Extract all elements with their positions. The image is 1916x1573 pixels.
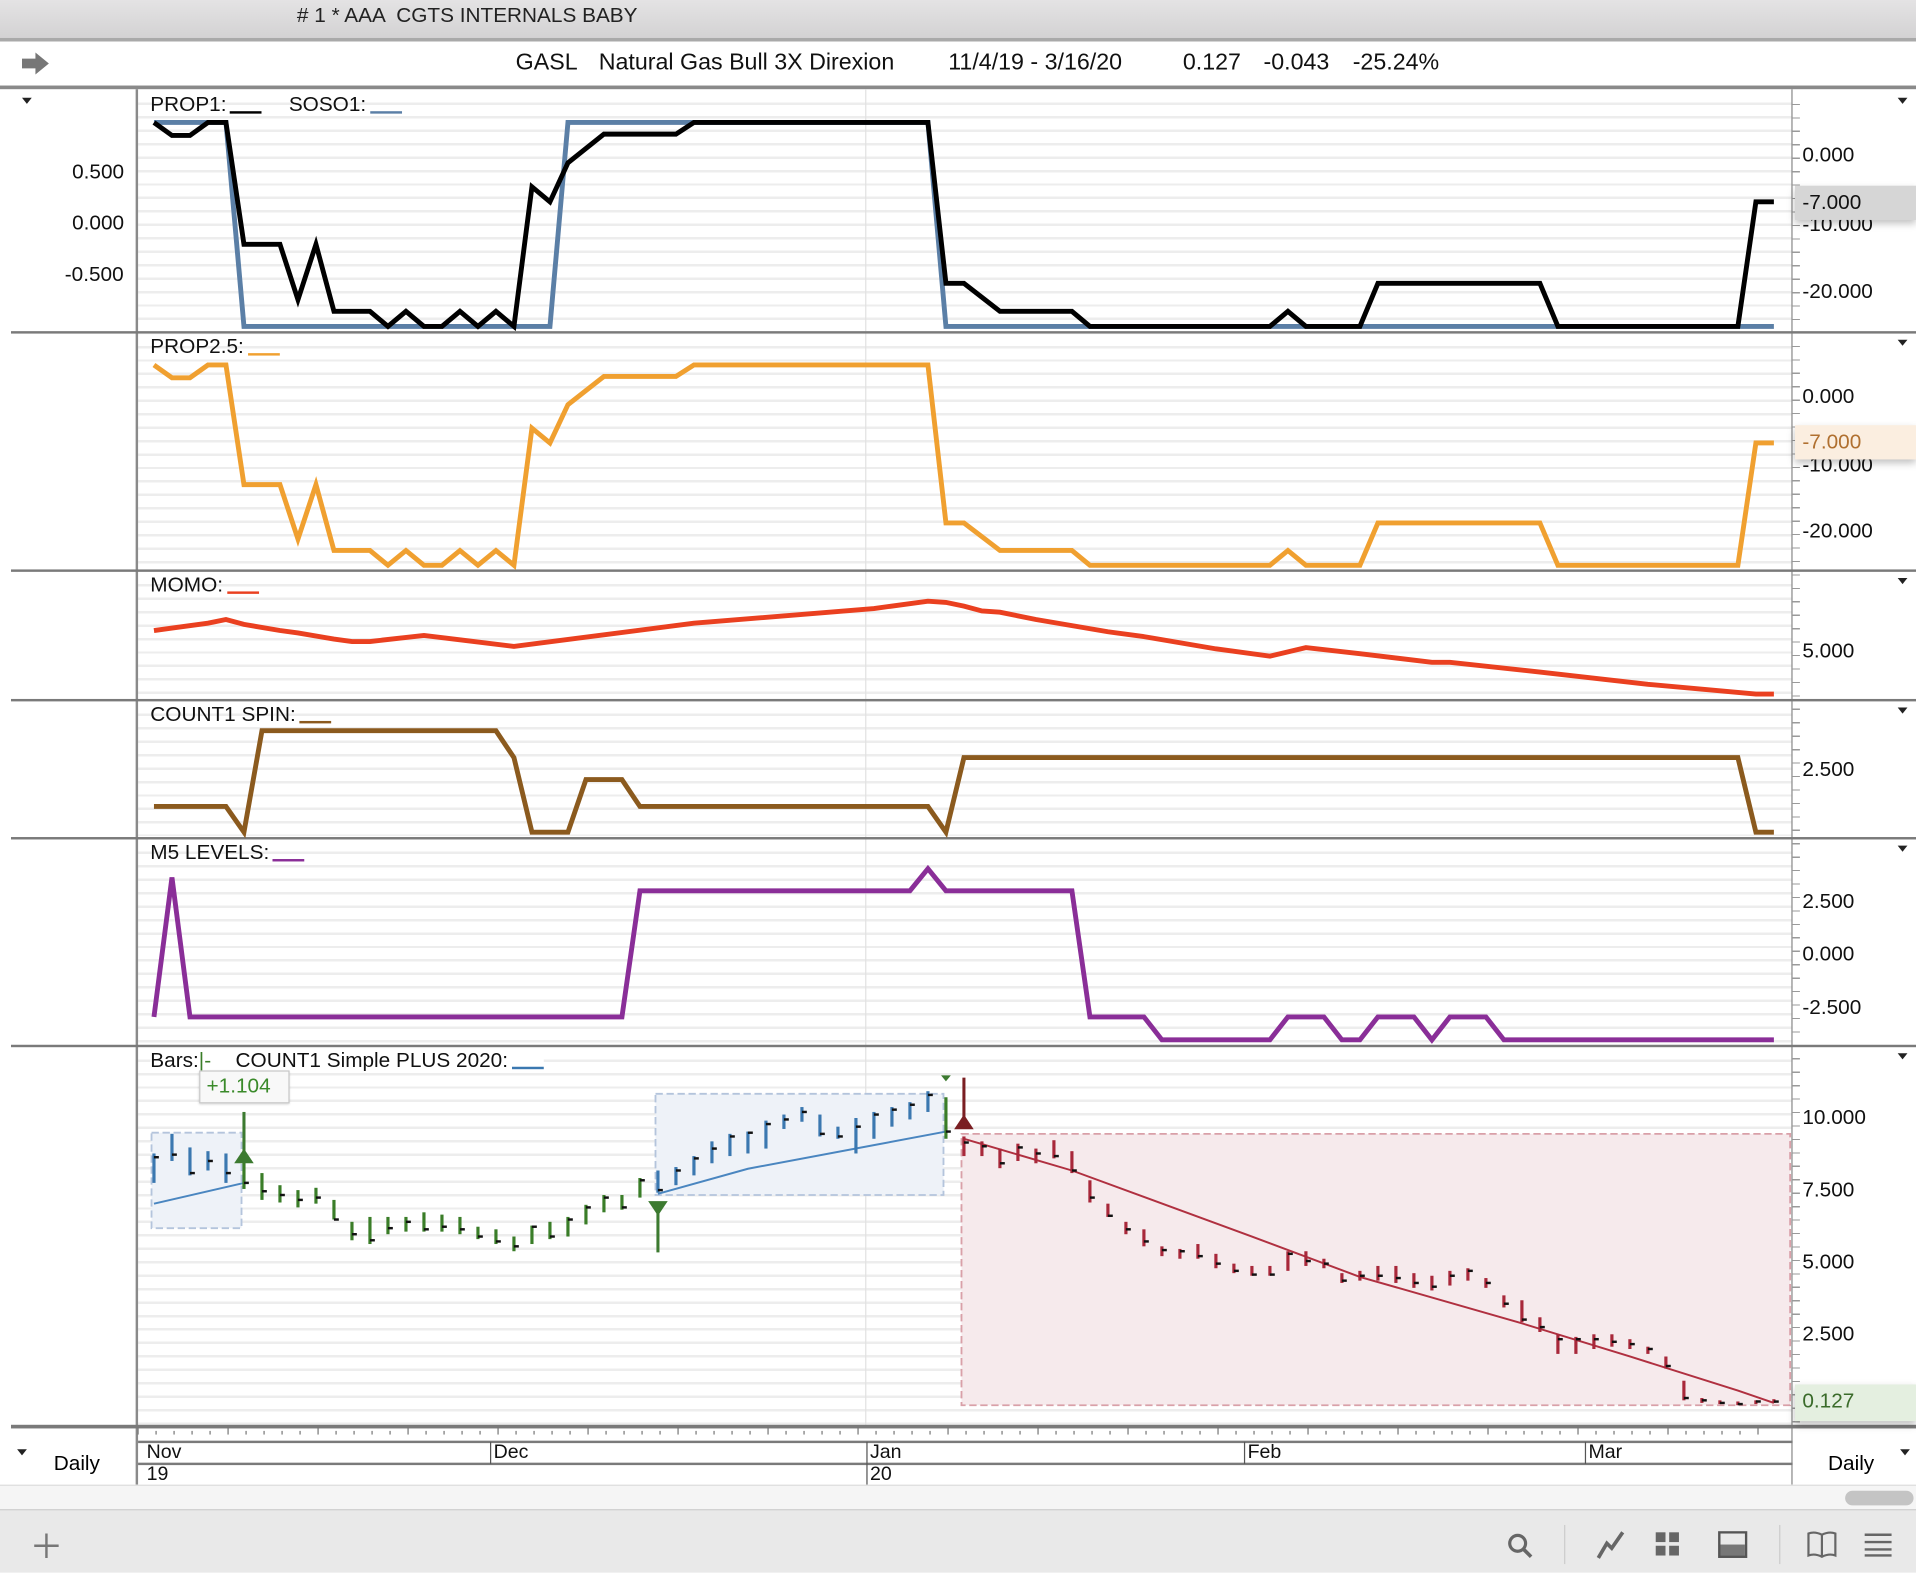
chart-window: # 1 * AAA CGTS INTERNALS BABY GASL Natur… [0,0,1916,1573]
panel-label-momo: MOMO: [150,573,259,597]
prop25-label: PROP2.5: [150,334,244,359]
panel-label-bars: Bars:|- COUNT1 Simple PLUS 2020: [150,1048,544,1073]
soso1-line [153,120,1774,329]
toolbar-separator [1564,1524,1566,1565]
right-tick: -2.500 [1802,995,1862,1020]
bars-label: Bars: [150,1048,199,1072]
panel-menu-icon[interactable] [1897,97,1908,104]
year-label: 19 [146,1463,169,1485]
month-label: Jan [866,1441,902,1464]
left-tick: 0.500 [72,160,125,184]
right-tick: 10.000 [1802,1105,1866,1130]
prop1-label: PROP1: [150,92,227,117]
prop2-5-line [152,362,1774,570]
count1spin-swatch [299,720,332,724]
right-tick: 0.000 [1802,942,1855,966]
channel-box [654,1092,945,1196]
momo-swatch [226,591,259,594]
right-tick: 7.500 [1802,1177,1855,1202]
right-tick: 2.500 [1802,1322,1855,1346]
grid-icon[interactable] [1655,1531,1682,1558]
gain-annotation-text: +1.104 [206,1074,271,1098]
month-label: Dec [489,1441,528,1464]
panel-menu-icon[interactable] [1897,845,1908,852]
horizontal-scrollbar[interactable] [0,1484,1916,1511]
panel-menu-icon[interactable] [21,97,32,104]
last-value: 0.127 [1802,1389,1855,1413]
last-value-badge-bars: 0.127 [1795,1384,1916,1422]
last-value: -7.000 [1802,190,1862,214]
prop25-swatch [247,353,280,356]
panel-label-prop1: PROP1: SOSO1: [150,92,402,117]
left-tick: 0.000 [72,211,125,235]
periodicity-right[interactable]: Daily [1828,1452,1874,1476]
time-axis[interactable]: Nov Dec Jan Feb Mar 19 20 [138,1427,1793,1486]
momo-label: MOMO: [150,573,224,597]
signal-arrowhead-up [648,1201,668,1216]
signal-arrowhead-down [954,1114,974,1130]
search-icon[interactable] [1505,1531,1534,1560]
count1simple-label: COUNT1 Simple PLUS 2020: [235,1048,509,1072]
line-chart-icon[interactable] [1595,1529,1627,1561]
count1simple-swatch [511,1066,544,1070]
soso1-label: SOSO1: [288,92,367,117]
right-tick: 0.000 [1802,142,1855,167]
bar-style: |- [198,1048,212,1072]
month-label: Feb [1243,1441,1281,1464]
periodicity-menu-icon[interactable] [17,1449,27,1456]
bottom-toolbar [0,1509,1916,1573]
right-tick: 2.500 [1802,889,1855,913]
last-value-badge-prop1: -7.000 [1795,185,1916,220]
right-tick: 5.000 [1802,1250,1855,1274]
book-icon[interactable] [1806,1530,1838,1559]
add-icon[interactable] [32,1531,61,1560]
last-value-badge-prop25: -7.000 [1795,425,1916,460]
m5-levels-line [151,864,1774,1044]
panel-menu-icon[interactable] [1897,577,1908,585]
m5-label: M5 LEVELS: [150,840,270,864]
panel-menu-icon[interactable] [1897,1053,1908,1060]
chart-plots [137,120,1792,1435]
periodicity-menu-icon[interactable] [1900,1449,1910,1456]
channel-box [150,1131,243,1230]
soso1-swatch [369,111,402,114]
toolbar-separator [1779,1524,1781,1565]
month-label: Mar [1584,1441,1622,1464]
axis-rule [138,1440,1793,1444]
month-label: Nov [146,1441,182,1463]
panel-label-count1spin: COUNT1 SPIN: [150,702,332,727]
prop1-swatch [230,111,262,114]
panel-menu-icon[interactable] [1897,707,1908,714]
scrollbar-thumb[interactable] [1845,1490,1914,1506]
periodicity-left[interactable]: Daily [54,1452,100,1476]
prop1-line [152,120,1774,332]
right-tick: 5.000 [1802,639,1855,663]
last-value: -7.000 [1802,430,1862,454]
axis-rule [138,1462,1793,1466]
panel-icon[interactable] [1718,1531,1748,1558]
right-tick: 0.000 [1802,384,1855,409]
m5-swatch [272,859,305,862]
count1-spin-line [153,728,1774,839]
panel-label-prop25: PROP2.5: [150,334,280,359]
signal-marker [941,1075,951,1082]
right-tick: -20.000 [1802,519,1873,543]
gain-annotation: +1.104 [199,1070,290,1104]
count1spin-label: COUNT1 SPIN: [150,702,296,726]
right-tick: -20.000 [1802,279,1873,304]
momo-line [153,598,1774,697]
left-tick: -0.500 [64,262,124,286]
year-label: 20 [866,1463,892,1486]
panel-menu-icon[interactable] [1897,339,1908,346]
right-tick: 2.500 [1802,757,1855,781]
list-icon[interactable] [1863,1532,1892,1557]
panel-label-m5: M5 LEVELS: [150,840,305,865]
